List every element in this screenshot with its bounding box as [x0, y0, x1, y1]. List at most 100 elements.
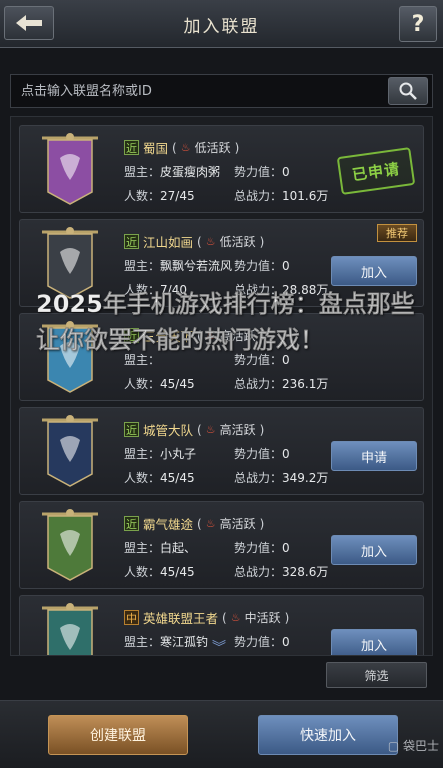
power-value-label: 势力值：	[234, 541, 283, 555]
activity-level: 低活跃	[219, 235, 256, 249]
alliance-name: 英雄联盟王者	[143, 611, 219, 626]
power-value-row: 势力值：0	[234, 257, 290, 274]
total-power-row: 总战力：328.6万	[234, 563, 328, 580]
alliance-name: 江山如画	[143, 235, 194, 250]
total-power-value: 28.88万	[282, 283, 329, 297]
power-value-row: 势力值：0	[234, 539, 290, 556]
join-button[interactable]: 加入	[331, 629, 417, 655]
region-tag: 近	[124, 328, 139, 343]
region-tag: 近	[124, 234, 139, 249]
fire-icon: ♨	[205, 517, 216, 530]
fire-icon: ♨	[205, 329, 216, 342]
total-power-value: 236.1万	[282, 377, 329, 391]
help-button[interactable]: ?	[399, 6, 437, 42]
region-tag: 中	[124, 610, 139, 625]
power-value-label: 势力值：	[234, 447, 283, 461]
leader-row: 盟主：寒江孤钓	[124, 633, 208, 650]
alliance-title-row: 近 霸气雄途 (♨ 高活跃)	[124, 514, 264, 533]
top-bar: 加入联盟 ?	[0, 0, 443, 48]
activity-level: 高活跃	[219, 423, 256, 437]
members-value: 45/45	[160, 471, 195, 485]
alliance-name: 三分天下	[143, 329, 194, 344]
apply-button[interactable]: 申请	[331, 441, 417, 471]
leader-row: 盟主：皮蛋瘦肉粥	[124, 163, 220, 180]
members-label: 人数：	[124, 377, 161, 391]
fire-icon: ♨	[230, 611, 241, 624]
leader-label: 盟主：	[124, 259, 161, 273]
power-value-label: 势力值：	[234, 259, 283, 273]
total-power-value: 101.6万	[282, 189, 329, 203]
power-value-row: 势力值：0	[234, 351, 290, 368]
leader-label: 盟主：	[124, 447, 161, 461]
leader-label: 盟主：	[124, 353, 161, 367]
leader-row: 盟主：	[124, 351, 160, 368]
activity-level: 中活跃	[244, 611, 281, 625]
search-button[interactable]	[388, 77, 428, 105]
alliance-card[interactable]: 近 城管大队 (♨ 高活跃) 盟主：小丸子 势力值：0 人数：45/45 总战力：…	[19, 407, 424, 495]
activity-level: 高活跃	[219, 329, 256, 343]
alliance-name: 霸气雄途	[143, 517, 194, 532]
alliance-title-row: 中 英雄联盟王者 (♨ 中活跃)	[124, 608, 289, 627]
alliance-banner-icon	[42, 509, 98, 581]
members-row: 人数：45/45	[124, 375, 195, 392]
alliance-banner-icon	[42, 133, 98, 205]
alliance-title-row: 近 城管大队 (♨ 高活跃)	[124, 420, 264, 439]
members-value: 45/45	[160, 565, 195, 579]
members-label: 人数：	[124, 471, 161, 485]
region-tag: 近	[124, 140, 139, 155]
alliance-banner-icon	[42, 321, 98, 393]
power-value: 0	[282, 541, 290, 555]
filter-button[interactable]: 筛选	[326, 662, 427, 688]
total-power-row: 总战力：101.6万	[234, 187, 328, 204]
applied-stamp: 已申请	[336, 147, 416, 195]
activity-level: 高活跃	[219, 517, 256, 531]
alliance-card[interactable]: 近 蜀国 (♨ 低活跃) 盟主：皮蛋瘦肉粥 势力值：0 人数：27/45 总战力：…	[19, 125, 424, 213]
logo-text: 袋巴士	[402, 739, 439, 753]
quick-join-button[interactable]: 快速加入	[258, 715, 398, 755]
power-value: 0	[282, 635, 290, 649]
power-value: 0	[282, 259, 290, 273]
search-bar	[10, 74, 433, 108]
bottom-bar: 创建联盟 快速加入 ▢ 袋巴士	[0, 700, 443, 768]
join-button[interactable]: 加入	[331, 256, 417, 286]
leader-value: 寒江孤钓	[160, 635, 209, 649]
members-value: 45/45	[160, 377, 195, 391]
alliance-name: 城管大队	[143, 423, 194, 438]
region-tag: 近	[124, 422, 139, 437]
alliance-list[interactable]: 近 蜀国 (♨ 低活跃) 盟主：皮蛋瘦肉粥 势力值：0 人数：27/45 总战力：…	[10, 116, 433, 656]
power-value: 0	[282, 353, 290, 367]
recommend-badge: 推荐	[377, 224, 417, 242]
total-power-label: 总战力：	[234, 283, 283, 297]
total-power-label: 总战力：	[234, 471, 283, 485]
alliance-card[interactable]: 近 霸气雄途 (♨ 高活跃) 盟主：白起、 势力值：0 人数：45/45 总战力：…	[19, 501, 424, 589]
alliance-title-row: 近 江山如画 (♨ 低活跃)	[124, 232, 264, 251]
scroll-down-icon[interactable]: ︾	[212, 637, 226, 655]
site-logo: ▢ 袋巴士	[388, 737, 439, 754]
total-power-row: 总战力：236.1万	[234, 375, 328, 392]
power-value-label: 势力值：	[234, 165, 283, 179]
leader-value: 小丸子	[160, 447, 197, 461]
power-value-row: 势力值：0	[234, 163, 290, 180]
search-input[interactable]	[11, 75, 381, 107]
leader-label: 盟主：	[124, 635, 161, 649]
power-value-label: 势力值：	[234, 635, 283, 649]
page-title: 加入联盟	[183, 17, 260, 37]
members-label: 人数：	[124, 565, 161, 579]
create-alliance-button[interactable]: 创建联盟	[48, 715, 188, 755]
activity-level: 低活跃	[194, 141, 231, 155]
alliance-banner-icon	[42, 603, 98, 655]
alliance-card[interactable]: 近 三分天下 (♨ 高活跃) 盟主： 势力值：0 人数：45/45 总战力：236…	[19, 313, 424, 401]
fire-icon: ♨	[205, 235, 216, 248]
leader-label: 盟主：	[124, 541, 161, 555]
alliance-banner-icon	[42, 227, 98, 299]
leader-row: 盟主：小丸子	[124, 445, 196, 462]
alliance-card[interactable]: 近 江山如画 (♨ 低活跃) 盟主：飘飘兮若流风 势力值：0 人数：7/40 总战…	[19, 219, 424, 307]
members-row: 人数：27/45	[124, 187, 195, 204]
total-power-label: 总战力：	[234, 377, 283, 391]
join-button[interactable]: 加入	[331, 535, 417, 565]
leader-label: 盟主：	[124, 165, 161, 179]
total-power-value: 349.2万	[282, 471, 329, 485]
total-power-row: 总战力：28.88万	[234, 281, 328, 298]
leader-value: 皮蛋瘦肉粥	[160, 165, 221, 179]
total-power-value: 328.6万	[282, 565, 329, 579]
